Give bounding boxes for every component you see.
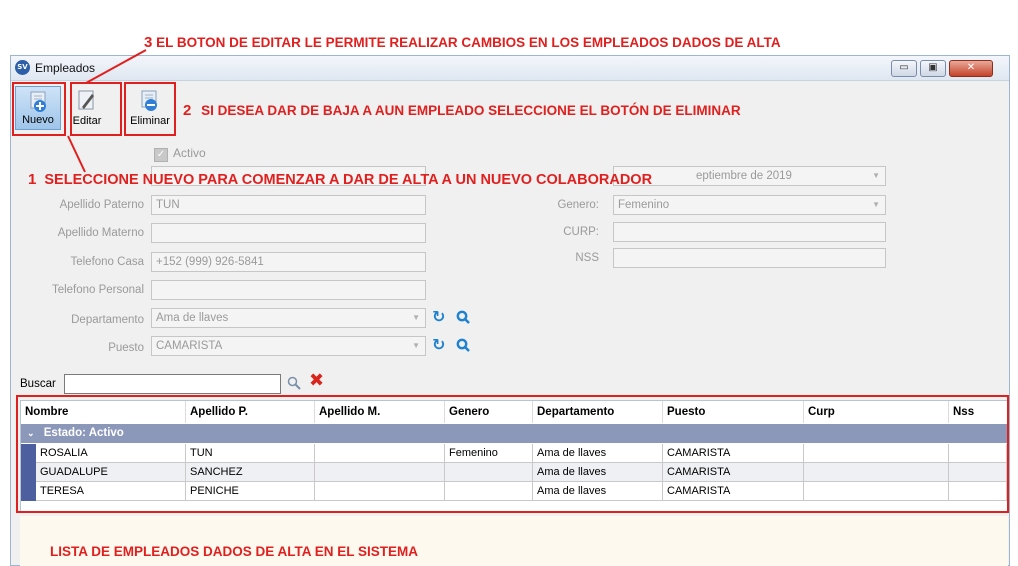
departamento-label: Departamento (71, 314, 144, 326)
annotation-3: 3 EL BOTON DE EDITAR LE PERMITE REALIZAR… (144, 34, 781, 51)
annotation-1-number: 1 (28, 171, 37, 188)
fecha-ingreso-select[interactable]: eptiembre de 2019 ▼ (613, 166, 886, 186)
annotation-3-number: 3 (144, 34, 153, 51)
nss-field[interactable] (613, 248, 886, 268)
refresh-departamento-icon[interactable]: ↻ (432, 307, 445, 326)
genero-value: Femenino (618, 199, 670, 211)
telefono-personal-label: Telefono Personal (51, 284, 144, 296)
refresh-puesto-icon[interactable]: ↻ (432, 335, 445, 354)
search-puesto-icon[interactable] (456, 338, 470, 352)
telefono-casa-field[interactable]: +152 (999) 926-5841 (151, 252, 426, 272)
chevron-down-icon: ▼ (412, 341, 420, 350)
curp-label: CURP: (563, 226, 599, 238)
fecha-ingreso-value: eptiembre de 2019 (696, 170, 792, 182)
telefono-personal-field[interactable] (151, 280, 426, 300)
annotation-bottom: LISTA DE EMPLEADOS DADOS DE ALTA EN EL S… (50, 544, 419, 559)
annotation-3-text: EL BOTON DE EDITAR LE PERMITE REALIZAR C… (156, 35, 781, 50)
window-title: Empleados (35, 61, 96, 75)
annotation-2: 2 SI DESEA DAR DE BAJA A AUN EMPLEADO SE… (183, 102, 741, 119)
title-bar: SV Empleados ▭ ▣ ✕ (11, 56, 1009, 81)
departamento-value: Ama de llaves (156, 312, 229, 324)
telefono-casa-label: Telefono Casa (70, 256, 144, 268)
highlight-nuevo (12, 82, 66, 136)
departamento-select[interactable]: Ama de llaves ▼ (151, 308, 426, 328)
chevron-down-icon: ▼ (872, 200, 880, 209)
minimize-button[interactable]: ▭ (891, 60, 917, 77)
search-input[interactable] (64, 374, 281, 394)
app-logo-icon: SV (15, 60, 30, 75)
search-departamento-icon[interactable] (456, 310, 470, 324)
search-icon[interactable] (287, 376, 301, 390)
activo-checkbox[interactable]: ✓ (154, 148, 168, 162)
buscar-label: Buscar (20, 378, 56, 390)
apellido-paterno-field[interactable]: TUN (151, 195, 426, 215)
clear-search-icon[interactable]: ✖ (309, 370, 324, 391)
annotation-1: 1 SELECCIONE NUEVO PARA COMENZAR A DAR D… (28, 171, 652, 188)
puesto-value: CAMARISTA (156, 340, 223, 352)
apellido-materno-label: Apellido Materno (57, 227, 144, 239)
genero-select[interactable]: Femenino ▼ (613, 195, 886, 215)
nss-label: NSS (575, 252, 599, 264)
curp-field[interactable] (613, 222, 886, 242)
annotation-2-number: 2 (183, 102, 192, 119)
apellido-materno-field[interactable] (151, 223, 426, 243)
chevron-down-icon: ▼ (872, 171, 880, 180)
activo-label: Activo (173, 146, 206, 160)
maximize-button[interactable]: ▣ (920, 60, 946, 77)
apellido-paterno-label: Apellido Paterno (59, 199, 144, 211)
close-button[interactable]: ✕ (949, 60, 993, 77)
highlight-grid (16, 395, 1009, 513)
puesto-select[interactable]: CAMARISTA ▼ (151, 336, 426, 356)
puesto-label: Puesto (108, 342, 144, 354)
chevron-down-icon: ▼ (412, 313, 420, 322)
highlight-editar (70, 82, 122, 136)
highlight-eliminar (124, 82, 176, 136)
annotation-1-text: SELECCIONE NUEVO PARA COMENZAR A DAR DE … (44, 172, 653, 188)
genero-label: Genero: (557, 199, 599, 211)
annotation-2-text: SI DESEA DAR DE BAJA A AUN EMPLEADO SELE… (201, 103, 741, 118)
